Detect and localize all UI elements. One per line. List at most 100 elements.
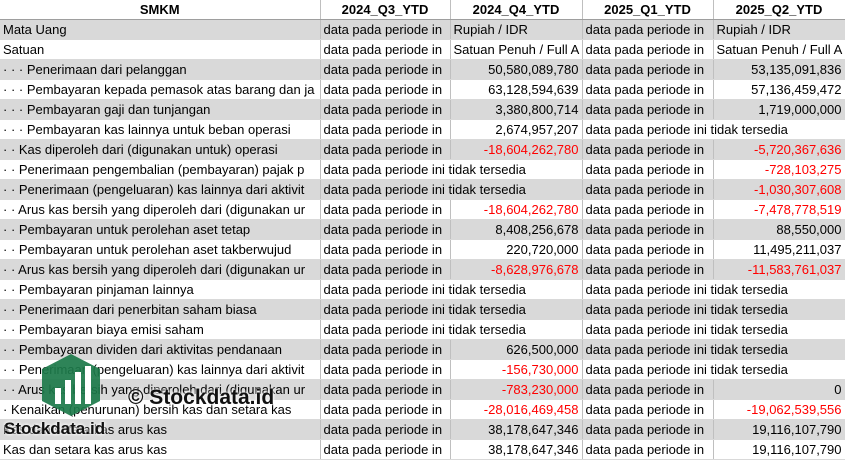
row-label-cell[interactable]: · · Pembayaran untuk perolehan aset teta… (0, 219, 321, 240)
value-cell[interactable]: 626,500,000 (450, 339, 583, 360)
value-cell[interactable]: data pada periode in (582, 159, 714, 180)
header-cell-2025-q2[interactable]: 2025_Q2_YTD (713, 0, 845, 20)
value-cell[interactable]: 63,128,594,639 (450, 79, 583, 100)
value-cell[interactable]: -19,062,539,556 (713, 399, 845, 420)
header-cell-2024-q4[interactable]: 2024_Q4_YTD (450, 0, 583, 20)
value-cell[interactable]: 8,408,256,678 (450, 219, 583, 240)
header-cell-2025-q1[interactable]: 2025_Q1_YTD (582, 0, 714, 20)
value-cell[interactable]: data pada periode in (320, 39, 451, 60)
value-cell[interactable]: data pada periode ini tidak tersedia (320, 319, 583, 340)
value-cell[interactable]: data pada periode in (320, 259, 451, 280)
value-cell[interactable]: data pada periode ini tidak tersedia (582, 319, 845, 340)
value-cell[interactable]: -783,230,000 (450, 379, 583, 400)
header-cell-2024-q3[interactable]: 2024_Q3_YTD (320, 0, 451, 20)
value-cell[interactable]: data pada periode in (582, 39, 714, 60)
value-cell[interactable]: data pada periode ini tidak tersedia (582, 279, 845, 300)
value-cell[interactable]: Satuan Penuh / Full A (450, 39, 583, 60)
row-label-cell[interactable]: · · Penerimaan dari penerbitan saham bia… (0, 299, 321, 320)
value-cell[interactable]: -11,583,761,037 (713, 259, 845, 280)
value-cell[interactable]: data pada periode in (320, 99, 451, 120)
value-cell[interactable]: data pada periode in (582, 259, 714, 280)
value-cell[interactable]: data pada periode in (320, 19, 451, 40)
value-cell[interactable]: data pada periode in (320, 199, 451, 220)
value-cell[interactable]: data pada periode in (582, 399, 714, 420)
value-cell[interactable]: data pada periode in (582, 99, 714, 120)
value-cell[interactable]: -5,720,367,636 (713, 139, 845, 160)
row-label-cell[interactable]: · · Pembayaran pinjaman lainnya (0, 279, 321, 300)
value-cell[interactable]: data pada periode in (320, 239, 451, 260)
value-cell[interactable]: data pada periode ini tidak tersedia (320, 279, 583, 300)
value-cell[interactable]: 19,116,107,790 (713, 439, 845, 460)
value-cell[interactable]: Rupiah / IDR (450, 19, 583, 40)
value-cell[interactable]: Rupiah / IDR (713, 19, 845, 40)
row-label-cell[interactable]: Mata Uang (0, 19, 321, 40)
value-cell[interactable]: 57,136,459,472 (713, 79, 845, 100)
value-cell[interactable]: data pada periode in (320, 119, 451, 140)
value-cell[interactable]: data pada periode ini tidak tersedia (582, 359, 845, 380)
value-cell[interactable]: 50,580,089,780 (450, 59, 583, 80)
value-cell[interactable]: 53,135,091,836 (713, 59, 845, 80)
row-label-cell[interactable]: · · · Pembayaran gaji dan tunjangan (0, 99, 321, 120)
value-cell[interactable]: data pada periode in (582, 439, 714, 460)
value-cell[interactable]: 38,178,647,346 (450, 439, 583, 460)
value-cell[interactable]: data pada periode in (582, 419, 714, 440)
value-cell[interactable]: -28,016,469,458 (450, 399, 583, 420)
value-cell[interactable]: data pada periode in (582, 239, 714, 260)
value-cell[interactable]: Satuan Penuh / Full A (713, 39, 845, 60)
row-label-cell[interactable]: · · Penerimaan (pengeluaran) kas lainnya… (0, 179, 321, 200)
value-cell[interactable]: data pada periode ini tidak tersedia (320, 159, 583, 180)
value-cell[interactable]: 11,495,211,037 (713, 239, 845, 260)
value-cell[interactable]: data pada periode in (582, 379, 714, 400)
value-cell[interactable]: -156,730,000 (450, 359, 583, 380)
row-label-cell[interactable]: · · Arus kas bersih yang diperoleh dari … (0, 199, 321, 220)
value-cell[interactable]: data pada periode in (320, 439, 451, 460)
row-label-cell[interactable]: Satuan (0, 39, 321, 60)
value-cell[interactable]: 0 (713, 379, 845, 400)
value-cell[interactable]: data pada periode in (320, 79, 451, 100)
value-cell[interactable]: data pada periode in (582, 139, 714, 160)
value-cell[interactable]: data pada periode ini tidak tersedia (582, 339, 845, 360)
value-cell[interactable]: -728,103,275 (713, 159, 845, 180)
value-cell[interactable]: data pada periode ini tidak tersedia (320, 179, 583, 200)
row-label-cell[interactable]: · · Pembayaran untuk perolehan aset takb… (0, 239, 321, 260)
value-cell[interactable]: -18,604,262,780 (450, 139, 583, 160)
value-cell[interactable]: 38,178,647,346 (450, 419, 583, 440)
value-cell[interactable]: data pada periode in (320, 419, 451, 440)
header-cell-smkm[interactable]: SMKM (0, 0, 321, 20)
value-cell[interactable]: -18,604,262,780 (450, 199, 583, 220)
value-cell[interactable]: data pada periode in (320, 139, 451, 160)
row-label-cell[interactable]: · · · Penerimaan dari pelanggan (0, 59, 321, 80)
value-cell[interactable]: data pada periode in (582, 79, 714, 100)
value-cell[interactable]: 88,550,000 (713, 219, 845, 240)
value-cell[interactable]: -7,478,778,519 (713, 199, 845, 220)
value-cell[interactable]: data pada periode in (320, 359, 451, 380)
value-cell[interactable]: -8,628,976,678 (450, 259, 583, 280)
row-label-cell[interactable]: · · · Pembayaran kas lainnya untuk beban… (0, 119, 321, 140)
spreadsheet-table: SMKM 2024_Q3_YTD 2024_Q4_YTD 2025_Q1_YTD… (0, 0, 845, 460)
value-cell[interactable]: data pada periode in (320, 59, 451, 80)
row-label-cell[interactable]: · · Kas diperoleh dari (digunakan untuk)… (0, 139, 321, 160)
value-cell[interactable]: data pada periode in (582, 19, 714, 40)
value-cell[interactable]: data pada periode in (320, 399, 451, 420)
value-cell[interactable]: 19,116,107,790 (713, 419, 845, 440)
row-label-cell[interactable]: · · Penerimaan pengembalian (pembayaran)… (0, 159, 321, 180)
row-label-cell[interactable]: · · · Pembayaran kepada pemasok atas bar… (0, 79, 321, 100)
value-cell[interactable]: -1,030,307,608 (713, 179, 845, 200)
row-label-cell[interactable]: · · Arus kas bersih yang diperoleh dari … (0, 259, 321, 280)
value-cell[interactable]: data pada periode in (582, 179, 714, 200)
value-cell[interactable]: 3,380,800,714 (450, 99, 583, 120)
row-label-cell[interactable]: Kas dan setara kas arus kas (0, 439, 321, 460)
value-cell[interactable]: data pada periode ini tidak tersedia (320, 299, 583, 320)
value-cell[interactable]: data pada periode in (320, 339, 451, 360)
value-cell[interactable]: data pada periode ini tidak tersedia (582, 119, 845, 140)
value-cell[interactable]: data pada periode ini tidak tersedia (582, 299, 845, 320)
value-cell[interactable]: data pada periode in (320, 219, 451, 240)
value-cell[interactable]: 220,720,000 (450, 239, 583, 260)
row-label-cell[interactable]: · · Pembayaran biaya emisi saham (0, 319, 321, 340)
value-cell[interactable]: 1,719,000,000 (713, 99, 845, 120)
value-cell[interactable]: data pada periode in (582, 199, 714, 220)
value-cell[interactable]: data pada periode in (320, 379, 451, 400)
value-cell[interactable]: data pada periode in (582, 59, 714, 80)
value-cell[interactable]: data pada periode in (582, 219, 714, 240)
value-cell[interactable]: 2,674,957,207 (450, 119, 583, 140)
